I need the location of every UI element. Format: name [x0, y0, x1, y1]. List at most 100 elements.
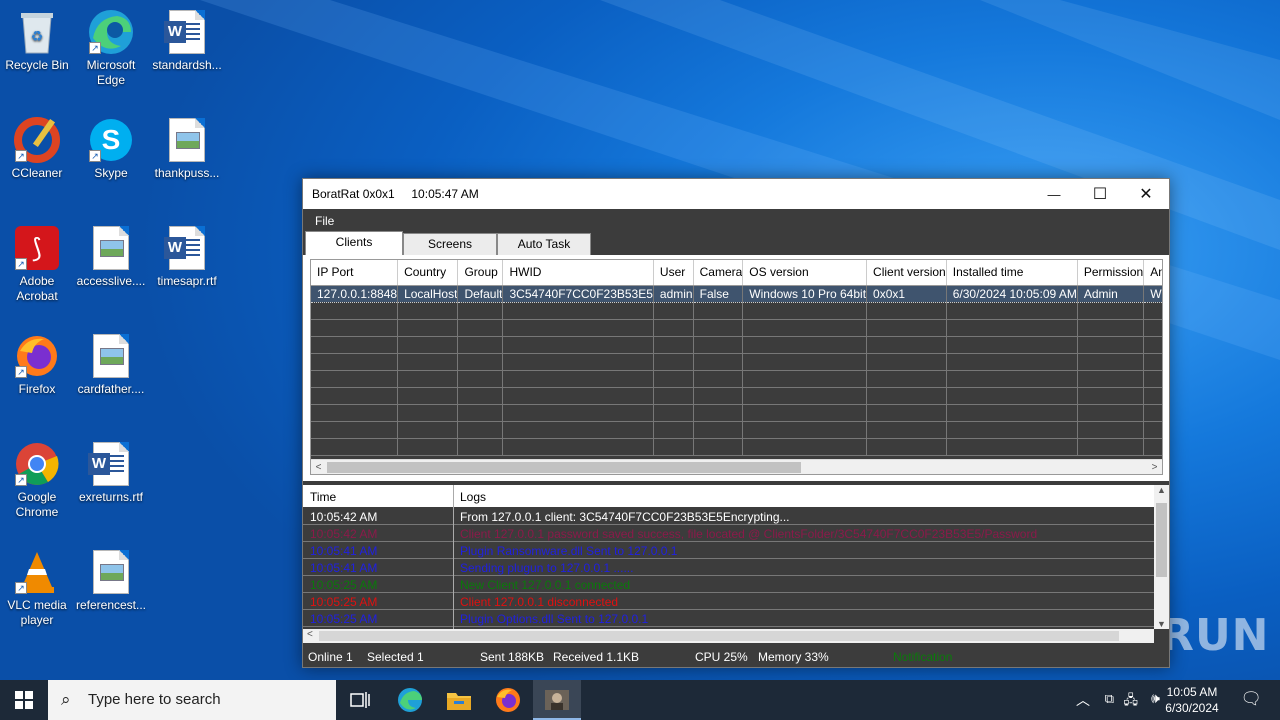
clock[interactable]: 10:05 AM 6/30/2024 — [1162, 684, 1222, 716]
log-row[interactable]: 10:05:25 AM Plugin Options.dll Sent to 12… — [303, 610, 1154, 627]
taskbar-file-explorer[interactable] — [435, 680, 483, 720]
logs-horizontal-scrollbar[interactable]: < — [303, 629, 1154, 643]
column-header[interactable]: Installed time — [946, 260, 1078, 286]
table-cell — [1143, 319, 1162, 337]
shortcut-arrow-icon: ↗ — [15, 150, 27, 162]
scroll-left-icon[interactable]: < — [307, 629, 313, 640]
taskbar-firefox[interactable] — [484, 680, 532, 720]
table-cell — [653, 387, 694, 405]
column-header[interactable]: Group — [457, 260, 504, 286]
column-header[interactable]: Anti-virus — [1143, 260, 1162, 286]
scroll-right-icon[interactable]: > — [1147, 460, 1162, 474]
table-cell: admin — [653, 284, 694, 303]
log-row[interactable]: 10:05:42 AM From 127.0.0.1 client: 3C5474… — [303, 508, 1154, 525]
notifications-icon[interactable]: 🗨 — [1240, 689, 1262, 709]
clients-horizontal-scrollbar[interactable]: < > — [311, 459, 1162, 474]
desktop-icon-referencest[interactable]: referencest... — [74, 548, 148, 613]
column-header[interactable]: HWID — [502, 260, 654, 286]
network-icon[interactable]: 🖧 — [1124, 691, 1139, 713]
desktop-icon-cardfather[interactable]: cardfather.... — [74, 332, 148, 397]
image-file-icon — [87, 332, 135, 380]
column-header[interactable]: IP Port — [311, 260, 399, 286]
log-row[interactable]: 10:05:41 AM Plugin Ransomware.dll Sent to… — [303, 542, 1154, 559]
search-box[interactable]: ⌕ Type here to search — [48, 680, 336, 720]
scroll-thumb[interactable] — [1156, 503, 1167, 577]
taskbar-edge[interactable] — [386, 680, 434, 720]
task-view-button[interactable] — [336, 680, 384, 720]
desktop-icon-vlc[interactable]: ↗ VLC media player — [0, 548, 74, 628]
taskbar-boratrat[interactable] — [533, 680, 581, 720]
tab-clients[interactable]: Clients — [305, 231, 403, 255]
table-cell — [311, 302, 399, 320]
title-bar[interactable]: BoratRat 0x0x1 10:05:47 AM — ☐ ✕ — [303, 179, 1169, 209]
table-cell — [457, 421, 504, 439]
client-row[interactable]: 127.0.0.1:8848 LocalHost Default 3C54740F7C… — [311, 284, 1162, 303]
table-cell — [946, 387, 1078, 405]
chrome-icon: ↗ — [13, 440, 61, 488]
empty-row — [311, 370, 1162, 388]
desktop-icon-google-chrome[interactable]: ↗ Google Chrome — [0, 440, 74, 520]
table-cell: Windows Defender — [1143, 284, 1162, 303]
windows-logo-icon — [15, 691, 33, 709]
table-cell — [693, 336, 744, 354]
log-row[interactable]: 10:05:42 AM Client 127.0.0.1 password sav… — [303, 525, 1154, 542]
scroll-down-icon[interactable]: ▼ — [1157, 619, 1166, 629]
scroll-up-icon[interactable]: ▲ — [1157, 485, 1166, 495]
menu-file[interactable]: File — [315, 214, 334, 228]
log-row[interactable]: 10:05:25 AM Client 127.0.0.1 disconnected — [303, 593, 1154, 610]
logs-vertical-scrollbar[interactable]: ▲ ▼ — [1154, 485, 1169, 629]
maximize-button[interactable]: ☐ — [1077, 179, 1123, 209]
column-header[interactable]: OS version — [742, 260, 868, 286]
status-notification[interactable]: Notification — [893, 650, 952, 664]
column-header[interactable]: Camera — [693, 260, 744, 286]
tab-auto-task[interactable]: Auto Task — [497, 233, 591, 255]
start-button[interactable] — [0, 680, 48, 720]
desktop-icon-microsoft-edge[interactable]: ↗ Microsoft Edge — [74, 8, 148, 88]
table-cell — [1077, 387, 1145, 405]
scroll-thumb[interactable] — [319, 631, 1119, 641]
image-file-icon — [87, 224, 135, 272]
table-cell — [502, 353, 654, 371]
shortcut-arrow-icon: ↗ — [15, 366, 27, 378]
search-icon: ⌕ — [61, 690, 71, 709]
column-header[interactable]: Permission — [1077, 260, 1145, 286]
device-icon[interactable]: ⧉ — [1105, 691, 1114, 707]
desktop-icon-timesapr[interactable]: W timesapr.rtf — [150, 224, 224, 289]
shortcut-arrow-icon: ↗ — [89, 42, 101, 54]
minimize-button[interactable]: — — [1031, 179, 1077, 209]
desktop-icon-firefox[interactable]: ↗ Firefox — [0, 332, 74, 397]
close-button[interactable]: ✕ — [1123, 179, 1169, 209]
table-cell — [693, 353, 744, 371]
column-header[interactable]: Client version — [866, 260, 947, 286]
status-memory: Memory 33% — [758, 650, 829, 664]
desktop-icon-skype[interactable]: S ↗ Skype — [74, 116, 148, 181]
table-cell — [397, 387, 459, 405]
table-cell: 127.0.0.1:8848 — [311, 284, 399, 303]
scroll-left-icon[interactable]: < — [311, 460, 326, 474]
show-hidden-icons-icon[interactable]: ︿ — [1076, 690, 1090, 710]
desktop-icon-thankpuss[interactable]: thankpuss... — [150, 116, 224, 181]
table-cell — [1077, 370, 1145, 388]
table-cell — [742, 387, 868, 405]
desktop-icon-recycle-bin[interactable]: ♻ Recycle Bin — [0, 8, 74, 73]
volume-icon[interactable]: 🕪 — [1151, 690, 1160, 707]
scroll-thumb[interactable] — [327, 462, 801, 473]
desktop-icon-ccleaner[interactable]: ↗ CCleaner — [0, 116, 74, 181]
logs-time-header[interactable]: Time — [310, 490, 336, 504]
table-cell — [397, 319, 459, 337]
log-row[interactable]: 10:05:41 AM Sending plugun to 127.0.0.1 .… — [303, 559, 1154, 576]
icon-label: timesapr.rtf — [157, 274, 217, 288]
column-header[interactable]: Country — [397, 260, 459, 286]
column-header[interactable]: User — [653, 260, 694, 286]
desktop-icon-exreturns[interactable]: W exreturns.rtf — [74, 440, 148, 505]
table-cell — [1143, 421, 1162, 439]
tab-screens[interactable]: Screens — [403, 233, 497, 255]
desktop-icon-adobe-acrobat[interactable]: ⟆ ↗ Adobe Acrobat — [0, 224, 74, 304]
desktop-icon-accesslive[interactable]: accesslive.... — [74, 224, 148, 289]
desktop-icon-standardsh[interactable]: W standardsh... — [150, 8, 224, 73]
logs-message-header[interactable]: Logs — [460, 490, 486, 504]
table-cell — [866, 387, 947, 405]
boratrat-app-icon — [545, 690, 569, 710]
clients-table[interactable]: IP Port Country Group HWID User Camera OS vers… — [310, 259, 1163, 475]
log-row[interactable]: 10:05:25 AM New Client 127.0.0.1 connecte… — [303, 576, 1154, 593]
